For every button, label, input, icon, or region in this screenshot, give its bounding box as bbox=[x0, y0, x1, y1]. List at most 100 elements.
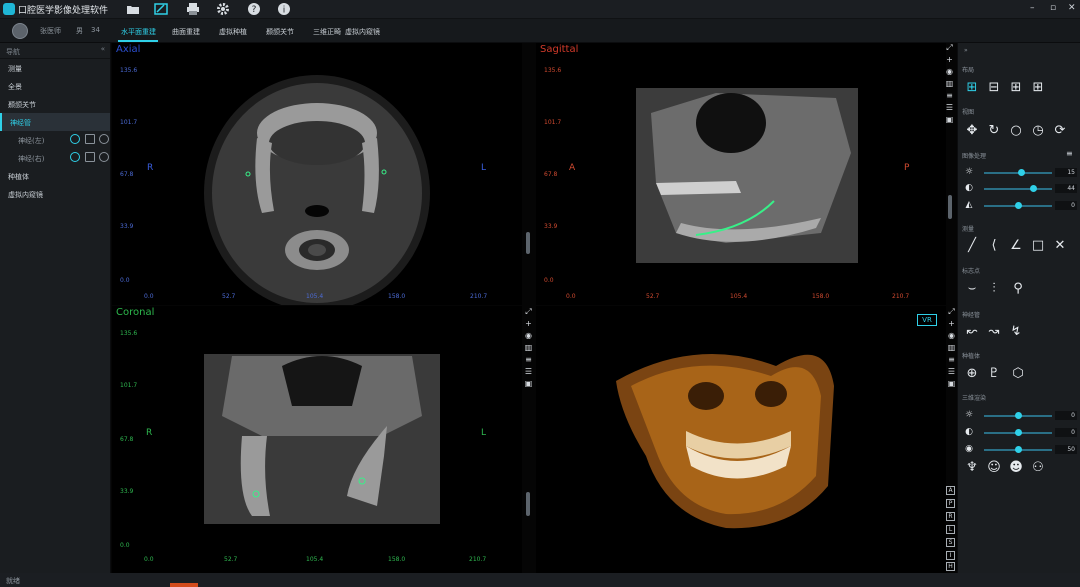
nerve-draw-icon[interactable]: ↜ bbox=[964, 324, 980, 340]
rotate-icon[interactable]: ↻ bbox=[986, 123, 1002, 139]
delete-icon[interactable] bbox=[85, 134, 95, 144]
open-folder-icon[interactable] bbox=[126, 2, 140, 16]
histogram-icon[interactable]: ▥ bbox=[947, 343, 956, 352]
help-icon[interactable]: ? bbox=[247, 2, 261, 16]
polyline-measure-icon[interactable]: ⟨ bbox=[986, 238, 1002, 254]
list-icon[interactable]: ☰ bbox=[945, 103, 954, 112]
angle-measure-icon[interactable]: ∠ bbox=[1008, 238, 1024, 254]
coronal-slice-scrollbar[interactable] bbox=[526, 492, 530, 516]
reset-icon[interactable]: ⟳ bbox=[1052, 123, 1068, 139]
probe-icon[interactable]: ⚲ bbox=[1010, 281, 1026, 297]
collapse-icon[interactable]: « bbox=[101, 45, 105, 53]
histogram-icon[interactable]: ▥ bbox=[945, 79, 954, 88]
contrast-slider[interactable] bbox=[984, 185, 1052, 192]
info-icon[interactable] bbox=[99, 152, 109, 162]
collapse-icon[interactable]: » bbox=[964, 47, 968, 54]
layout-grid-icon[interactable]: ⊞ bbox=[1030, 80, 1046, 96]
opacity-slider[interactable] bbox=[984, 429, 1052, 436]
crosshair-icon[interactable]: + bbox=[524, 319, 533, 328]
tab-curved-reconstruction[interactable]: 曲面重建 bbox=[172, 27, 200, 37]
zoom-icon[interactable]: ○ bbox=[1008, 123, 1024, 139]
minimize-button[interactable]: – bbox=[1030, 3, 1035, 13]
slider-knob[interactable] bbox=[1015, 412, 1022, 419]
menu-icon[interactable]: ≡ bbox=[945, 91, 954, 100]
add-implant-icon[interactable]: ⊕ bbox=[964, 366, 980, 382]
vr-mode-badge[interactable]: VR bbox=[917, 314, 937, 326]
settings-gear-icon[interactable] bbox=[216, 2, 230, 16]
orient-button-superior[interactable]: S bbox=[946, 538, 955, 547]
menu-icon[interactable]: ≡ bbox=[1066, 149, 1073, 158]
nerve-delete-icon[interactable]: ↯ bbox=[1008, 324, 1024, 340]
light-value[interactable]: 0 bbox=[1055, 411, 1077, 420]
screenshot-icon[interactable]: ▣ bbox=[524, 379, 533, 388]
orient-button-inferior[interactable]: I bbox=[946, 551, 955, 560]
pan-icon[interactable]: ✥ bbox=[964, 123, 980, 139]
orient-button-left[interactable]: L bbox=[946, 525, 955, 534]
info-icon[interactable] bbox=[99, 134, 109, 144]
list-item-tmj[interactable]: 颞颌关节 bbox=[0, 95, 110, 113]
tab-virtual-implant[interactable]: 虚拟种植 bbox=[219, 27, 247, 37]
close-button[interactable]: ✕ bbox=[1068, 3, 1076, 13]
soft-tissue-preset-icon[interactable]: ⚇ bbox=[1030, 460, 1046, 476]
distance-measure-icon[interactable]: ╱ bbox=[964, 238, 980, 254]
contrast-value[interactable]: 44 bbox=[1055, 184, 1077, 193]
zoom-fit-icon[interactable]: ◷ bbox=[1030, 123, 1046, 139]
tab-axial-reconstruction[interactable]: 水平面重建 bbox=[121, 27, 156, 37]
layout-2x2-icon[interactable]: ⊞ bbox=[964, 80, 980, 96]
orient-button-anterior[interactable]: A bbox=[946, 486, 955, 495]
screenshot-icon[interactable]: ▣ bbox=[945, 115, 954, 124]
slider-knob[interactable] bbox=[1015, 429, 1022, 436]
sharpen-slider[interactable] bbox=[984, 202, 1052, 209]
tab-tmj[interactable]: 颞颌关节 bbox=[266, 27, 294, 37]
brightness-slider[interactable] bbox=[984, 169, 1052, 176]
maximize-view-icon[interactable]: ⤢ bbox=[945, 43, 954, 52]
screenshot-icon[interactable]: ▣ bbox=[947, 379, 956, 388]
sharpen-value[interactable]: 0 bbox=[1055, 201, 1077, 210]
eye-icon[interactable]: ◉ bbox=[947, 331, 956, 340]
threshold-slider[interactable] bbox=[984, 446, 1052, 453]
list-item-nerve-canal[interactable]: 神经管 bbox=[0, 113, 110, 131]
list-item-implant[interactable]: 种植体 bbox=[0, 167, 110, 185]
axial-slice-scrollbar[interactable] bbox=[526, 232, 530, 254]
eye-icon[interactable]: ◉ bbox=[945, 67, 954, 76]
maximize-view-icon[interactable]: ⤢ bbox=[524, 307, 533, 316]
face-preset-icon[interactable]: ☺ bbox=[986, 460, 1002, 476]
coronal-view[interactable]: Coronal R L 135.6 101.7 67.8 33.9 0.0 0.… bbox=[112, 306, 522, 573]
list-item-panorama[interactable]: 全景 bbox=[0, 77, 110, 95]
crosshair-icon[interactable]: + bbox=[945, 55, 954, 64]
list-item-measure[interactable]: 测量 bbox=[0, 59, 110, 77]
slider-knob[interactable] bbox=[1018, 169, 1026, 176]
tab-virtual-endoscope[interactable]: 虚拟内窥镜 bbox=[345, 27, 380, 37]
tooth-icon[interactable]: ♇ bbox=[986, 366, 1002, 382]
menu-icon[interactable]: ≡ bbox=[524, 355, 533, 364]
visibility-eye-icon[interactable] bbox=[70, 134, 80, 144]
info-icon[interactable]: i bbox=[277, 2, 291, 16]
list-icon[interactable]: ☰ bbox=[947, 367, 956, 376]
sagittal-view[interactable]: Sagittal A P 135.6 101.7 67.8 33.9 0.0 0… bbox=[536, 43, 946, 305]
list-item-nerve-right[interactable]: 神经(右) bbox=[0, 149, 110, 167]
orient-button-posterior[interactable]: P bbox=[946, 499, 955, 508]
light-slider[interactable] bbox=[984, 412, 1052, 419]
volume-render-view[interactable]: VR bbox=[536, 306, 946, 573]
threshold-value[interactable]: 50 bbox=[1055, 445, 1077, 454]
layout-1-3-icon[interactable]: ⊟ bbox=[986, 80, 1002, 96]
cube-icon[interactable]: ⬡ bbox=[1010, 366, 1026, 382]
tab-3d-ortho[interactable]: 三维正畸 bbox=[313, 27, 341, 37]
visibility-eye-icon[interactable] bbox=[70, 152, 80, 162]
histogram-icon[interactable]: ▥ bbox=[524, 343, 533, 352]
tooth-preset-icon[interactable]: ♆ bbox=[964, 460, 980, 476]
skull-preset-icon[interactable]: ☻ bbox=[1008, 460, 1024, 476]
avatar[interactable] bbox=[12, 23, 28, 39]
nerve-edit-icon[interactable]: ↝ bbox=[986, 324, 1002, 340]
sagittal-slice-scrollbar[interactable] bbox=[948, 195, 952, 219]
list-item-nerve-left[interactable]: 神经(左) bbox=[0, 131, 110, 149]
arch-landmark-icon[interactable]: ⌣ bbox=[964, 281, 980, 297]
slider-knob[interactable] bbox=[1015, 202, 1022, 209]
maximize-view-icon[interactable]: ⤢ bbox=[947, 307, 956, 316]
opacity-value[interactable]: 0 bbox=[1055, 428, 1077, 437]
area-measure-icon[interactable]: □ bbox=[1030, 238, 1046, 254]
tooth-landmark-icon[interactable]: ⫶ bbox=[986, 281, 1002, 297]
orient-button-home[interactable]: H bbox=[946, 562, 955, 571]
maximize-button[interactable]: ▫ bbox=[1050, 3, 1056, 13]
list-item-endoscope[interactable]: 虚拟内窥镜 bbox=[0, 185, 110, 203]
